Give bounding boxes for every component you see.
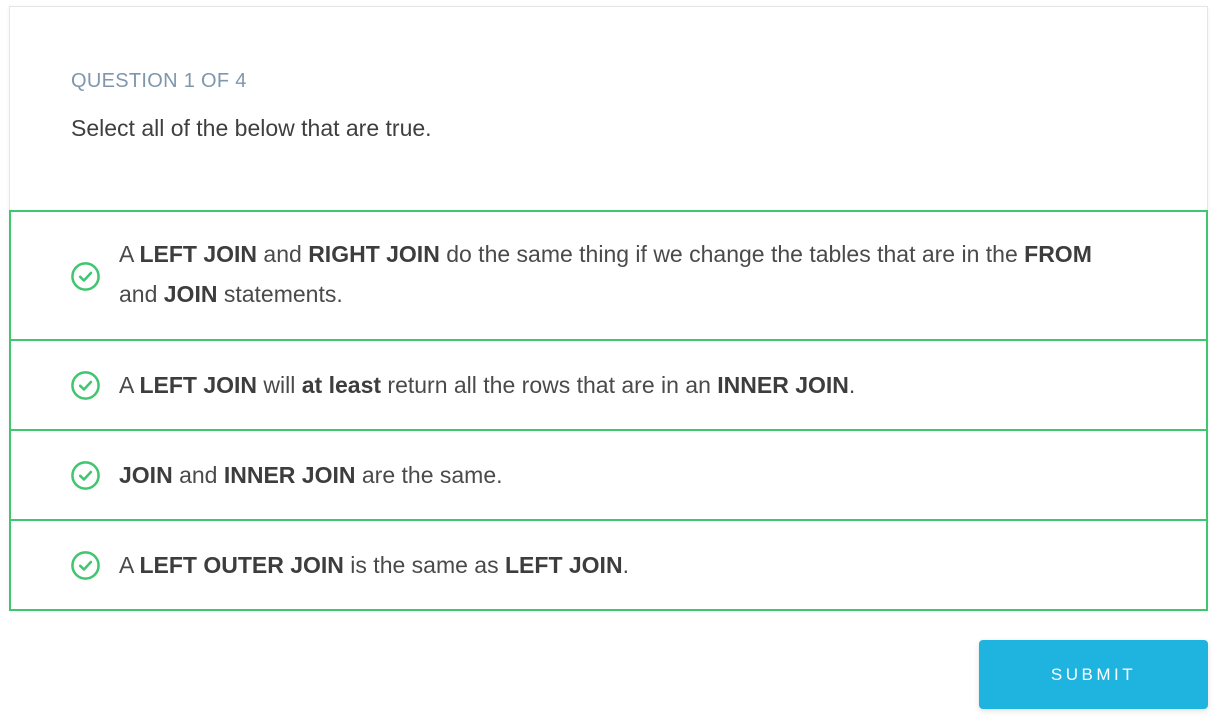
option-text-segment: A [119, 241, 140, 267]
option-keyword: LEFT JOIN [139, 372, 258, 398]
check-circle-icon [71, 262, 100, 291]
answer-option-text: JOIN and INNER JOIN are the same. [119, 455, 1096, 495]
option-keyword: INNER JOIN [717, 372, 849, 398]
option-keyword: LEFT JOIN [505, 552, 623, 578]
option-text-segment: . [622, 552, 629, 578]
option-text-segment: do the same thing if we change the table… [439, 241, 1025, 267]
option-keyword: LEFT OUTER JOIN [139, 552, 344, 578]
option-text-segment: . [848, 372, 856, 398]
option-text-segment: and [119, 281, 164, 307]
answer-option-text: A LEFT JOIN and RIGHT JOIN do the same t… [119, 234, 1096, 314]
check-circle-icon [71, 371, 100, 400]
option-keyword: LEFT JOIN [139, 241, 258, 267]
question-header: QUESTION 1 OF 4 Select all of the below … [10, 7, 1207, 211]
option-text-segment: A [119, 372, 140, 398]
answer-option-1[interactable]: A LEFT JOIN and RIGHT JOIN do the same t… [9, 210, 1208, 341]
question-prompt: Select all of the below that are true. [71, 115, 432, 141]
option-keyword: JOIN [163, 281, 218, 307]
option-text-segment: are the same. [355, 462, 503, 488]
check-circle-icon [71, 461, 100, 490]
option-text-segment: statements. [217, 281, 343, 307]
option-text-segment: return all the rows that are in an [381, 372, 718, 398]
option-text-segment: is the same as [343, 552, 505, 578]
option-keyword: FROM [1024, 241, 1092, 267]
option-keyword: RIGHT JOIN [308, 241, 440, 267]
question-counter: QUESTION 1 OF 4 [71, 70, 247, 92]
answer-option-text: A LEFT OUTER JOIN is the same as LEFT JO… [119, 545, 1096, 585]
option-text-segment: and [257, 241, 309, 267]
option-text-segment: A [119, 552, 140, 578]
option-text-segment: and [172, 462, 224, 488]
option-keyword: JOIN [119, 462, 173, 488]
option-keyword: INNER JOIN [223, 462, 356, 488]
answer-option-3[interactable]: JOIN and INNER JOIN are the same. [9, 429, 1208, 521]
answer-options-list: A LEFT JOIN and RIGHT JOIN do the same t… [9, 210, 1208, 611]
submit-button[interactable]: SUBMIT [979, 640, 1208, 709]
answer-option-4[interactable]: A LEFT OUTER JOIN is the same as LEFT JO… [9, 519, 1208, 611]
check-circle-icon [71, 551, 100, 580]
quiz-card: QUESTION 1 OF 4 Select all of the below … [9, 6, 1208, 611]
answer-option-text: A LEFT JOIN will at least return all the… [119, 365, 1096, 405]
answer-option-2[interactable]: A LEFT JOIN will at least return all the… [9, 339, 1208, 431]
option-text-segment: will [257, 372, 302, 398]
option-keyword: at least [301, 372, 382, 398]
